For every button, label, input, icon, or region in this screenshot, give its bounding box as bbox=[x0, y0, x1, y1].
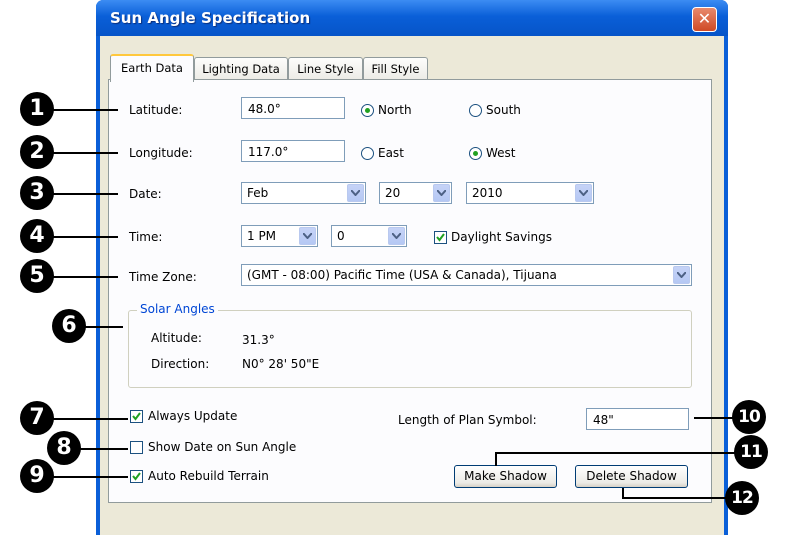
chevron-down-icon[interactable] bbox=[575, 184, 592, 202]
timezone-select[interactable]: (GMT - 08:00) Pacific Time (USA & Canada… bbox=[241, 264, 692, 286]
day-value: 20 bbox=[385, 186, 401, 200]
direction-label: Direction: bbox=[151, 357, 210, 371]
chevron-down-icon[interactable] bbox=[388, 227, 405, 245]
callout-leader bbox=[622, 497, 727, 499]
auto-rebuild-checkbox[interactable] bbox=[130, 470, 143, 483]
altitude-label: Altitude: bbox=[151, 331, 202, 345]
south-radio[interactable] bbox=[469, 104, 482, 117]
callout-10: 10 bbox=[732, 400, 766, 434]
always-update-label: Always Update bbox=[148, 409, 238, 423]
chevron-down-icon[interactable] bbox=[299, 227, 316, 245]
year-select[interactable]: 2010 bbox=[466, 182, 594, 204]
callout-5: 5 bbox=[20, 259, 54, 293]
longitude-input[interactable]: 117.0° bbox=[241, 140, 345, 162]
callout-leader bbox=[495, 452, 735, 454]
solar-angles-legend: Solar Angles bbox=[137, 302, 218, 316]
timezone-value: (GMT - 08:00) Pacific Time (USA & Canada… bbox=[247, 268, 557, 282]
callout-11: 11 bbox=[734, 435, 768, 469]
latitude-label: Latitude: bbox=[129, 103, 183, 117]
chevron-down-icon[interactable] bbox=[433, 184, 450, 202]
minute-value: 0 bbox=[337, 229, 345, 243]
month-select[interactable]: Feb bbox=[241, 182, 366, 204]
east-radio[interactable] bbox=[361, 147, 374, 160]
callout-9: 9 bbox=[20, 459, 54, 493]
year-value: 2010 bbox=[472, 186, 503, 200]
direction-value: N0° 28' 50"E bbox=[242, 357, 320, 371]
callout-8: 8 bbox=[47, 431, 81, 465]
longitude-label: Longitude: bbox=[129, 146, 193, 160]
west-label: West bbox=[486, 146, 516, 160]
callout-7: 7 bbox=[20, 401, 54, 435]
west-radio[interactable] bbox=[469, 147, 482, 160]
east-label: East bbox=[378, 146, 404, 160]
latitude-input[interactable]: 48.0° bbox=[241, 97, 345, 119]
solar-angles-group bbox=[128, 310, 692, 388]
callout-leader bbox=[495, 452, 497, 466]
callout-3: 3 bbox=[20, 176, 54, 210]
daylight-savings-checkbox[interactable] bbox=[434, 231, 447, 244]
auto-rebuild-label: Auto Rebuild Terrain bbox=[148, 469, 269, 483]
callout-leader bbox=[622, 488, 624, 498]
tab-fill-style[interactable]: Fill Style bbox=[363, 57, 428, 80]
time-label: Time: bbox=[129, 230, 163, 244]
daylight-savings-label: Daylight Savings bbox=[451, 230, 552, 244]
month-value: Feb bbox=[247, 186, 269, 200]
north-radio[interactable] bbox=[361, 104, 374, 117]
callout-12: 12 bbox=[725, 481, 759, 515]
altitude-value: 31.3° bbox=[242, 333, 275, 347]
make-shadow-button[interactable]: Make Shadow bbox=[454, 465, 557, 488]
north-label: North bbox=[378, 103, 412, 117]
plan-symbol-label: Length of Plan Symbol: bbox=[398, 413, 537, 427]
timezone-label: Time Zone: bbox=[129, 270, 197, 284]
chevron-down-icon[interactable] bbox=[347, 184, 364, 202]
day-select[interactable]: 20 bbox=[379, 182, 452, 204]
dialog-title: Sun Angle Specification bbox=[110, 9, 311, 27]
callout-6: 6 bbox=[52, 309, 86, 343]
show-date-checkbox[interactable] bbox=[130, 441, 143, 454]
plan-symbol-input[interactable]: 48" bbox=[586, 408, 689, 430]
show-date-label: Show Date on Sun Angle bbox=[148, 440, 297, 454]
hour-select[interactable]: 1 PM bbox=[241, 225, 318, 247]
tab-line-style[interactable]: Line Style bbox=[288, 57, 363, 80]
minute-select[interactable]: 0 bbox=[331, 225, 407, 247]
close-icon: ✕ bbox=[697, 9, 712, 28]
south-label: South bbox=[486, 103, 521, 117]
callout-leader bbox=[694, 417, 734, 419]
callout-2: 2 bbox=[20, 135, 54, 169]
tab-lighting-data[interactable]: Lighting Data bbox=[194, 57, 288, 80]
tab-earth-data[interactable]: Earth Data bbox=[110, 54, 194, 82]
hour-value: 1 PM bbox=[247, 229, 277, 243]
close-button[interactable]: ✕ bbox=[692, 7, 717, 32]
chevron-down-icon[interactable] bbox=[673, 266, 690, 284]
callout-1: 1 bbox=[20, 92, 54, 126]
delete-shadow-button[interactable]: Delete Shadow bbox=[575, 465, 688, 488]
always-update-checkbox[interactable] bbox=[130, 410, 143, 423]
callout-4: 4 bbox=[20, 219, 54, 253]
date-label: Date: bbox=[129, 187, 162, 201]
